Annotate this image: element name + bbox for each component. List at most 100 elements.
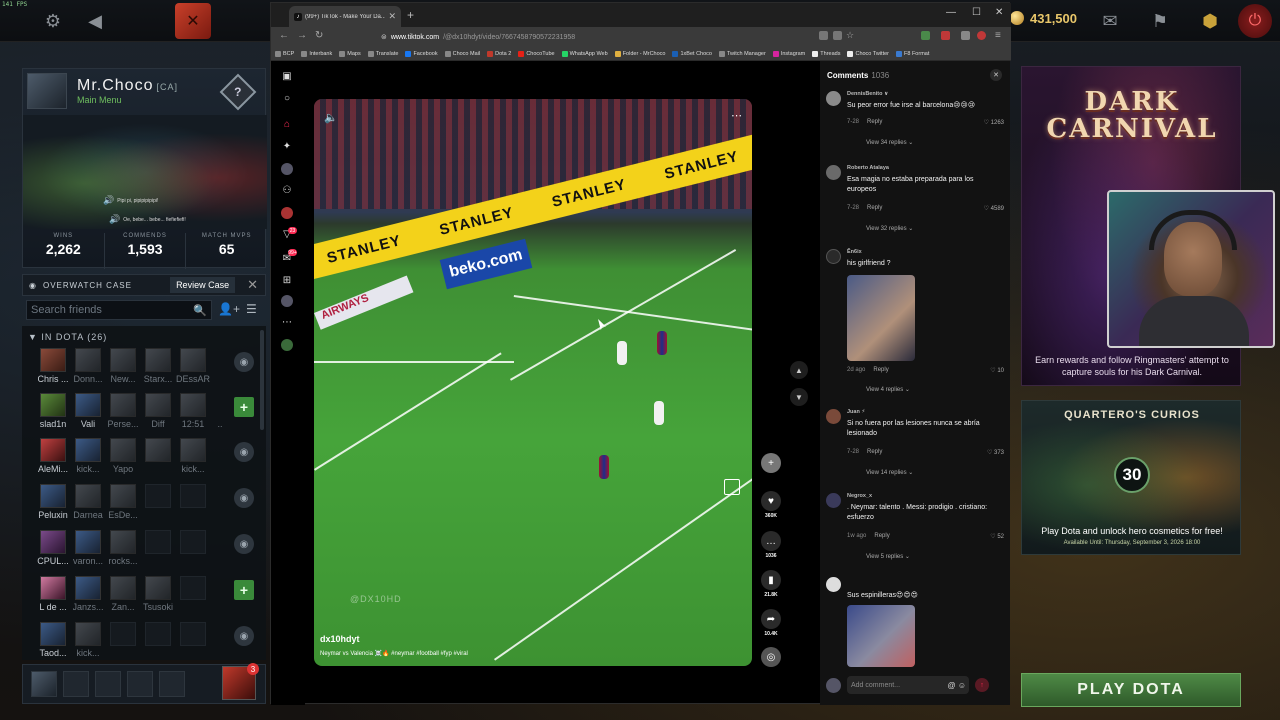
site-info-icon[interactable]: ⊜ xyxy=(381,33,387,41)
bookmark[interactable]: Twitch Manager xyxy=(718,50,766,57)
bookmark[interactable]: Threads xyxy=(812,50,840,57)
back-arrow-icon[interactable]: ◀ xyxy=(82,8,108,34)
avatar[interactable] xyxy=(826,249,841,264)
bookmark[interactable]: F8 Format xyxy=(896,50,929,57)
curios-panel[interactable]: QUARTERO'S CURIOS 30 Play Dota and unloc… xyxy=(1021,400,1241,555)
profile-card[interactable]: Mr.Choco [CA] Main Menu ? 🔊 Pipi pi, pipip… xyxy=(22,68,267,269)
party-slot[interactable] xyxy=(159,671,185,697)
share-button[interactable]: ➦ 10.4K xyxy=(759,609,783,637)
comment-like[interactable]: ♡ 10 xyxy=(990,367,1004,374)
close-icon[interactable]: ✕ xyxy=(990,69,1002,81)
home-icon[interactable]: ⌂ xyxy=(280,117,294,131)
view-replies[interactable]: View 32 replies ⌄ xyxy=(866,225,913,232)
friend[interactable]: Diff xyxy=(143,393,173,435)
friend[interactable] xyxy=(143,438,173,480)
friend[interactable]: L de ... xyxy=(38,576,68,618)
watch-eye-icon[interactable]: ◉ xyxy=(234,488,254,508)
bookmark[interactable]: 1xBet Choco xyxy=(672,50,712,57)
profile-icon[interactable] xyxy=(977,31,986,40)
sound-disc[interactable]: ◎ xyxy=(759,647,783,667)
comment-user[interactable]: Roberto Atalaya xyxy=(847,165,889,171)
party-slot[interactable] xyxy=(63,671,89,697)
invite-plus-button[interactable]: + xyxy=(234,397,254,417)
comment-like[interactable]: ♡ 4589 xyxy=(984,205,1004,212)
friend[interactable]: CPUL... xyxy=(37,530,69,572)
power-icon[interactable]: ⏻ xyxy=(1238,4,1272,38)
friend[interactable]: Yapo xyxy=(108,438,138,480)
avatar[interactable] xyxy=(826,577,841,592)
picture-in-picture-icon[interactable] xyxy=(724,479,740,495)
reply-button[interactable]: Reply xyxy=(874,533,889,539)
friend[interactable]: Chris ... xyxy=(38,348,69,390)
watch-eye-icon[interactable]: ◉ xyxy=(234,626,254,646)
search-friends-input[interactable]: Search friends 🔍 xyxy=(26,300,212,320)
more-icon[interactable]: ⋯ xyxy=(280,315,294,329)
friend[interactable]: varon... xyxy=(73,530,103,572)
bookmark[interactable]: Interbank xyxy=(301,50,332,57)
volume-icon[interactable]: 🔈 xyxy=(324,111,338,124)
like-button[interactable]: ♥ 360K xyxy=(759,491,783,519)
party-slot[interactable] xyxy=(127,671,153,697)
send-icon[interactable]: ↑ xyxy=(975,678,989,692)
view-replies[interactable]: View 34 replies ⌄ xyxy=(866,139,913,146)
bookmark[interactable]: ChocoTube xyxy=(518,50,555,57)
friends-list-icon[interactable]: ☰ xyxy=(246,302,257,316)
comment-button[interactable]: … 1036 xyxy=(759,531,783,559)
party-slot[interactable] xyxy=(95,671,121,697)
reply-button[interactable]: Reply xyxy=(873,367,888,373)
new-tab-icon[interactable]: + xyxy=(407,8,414,22)
avatar[interactable] xyxy=(826,493,841,508)
friends-icon[interactable]: ⚇ xyxy=(280,183,294,197)
video-player[interactable]: STANLEY STANLEY STANLEY STANLEY beko.com AI… xyxy=(314,99,752,666)
friend[interactable]: Darnea xyxy=(73,484,103,526)
plus-icon[interactable]: ⬢ xyxy=(1197,8,1223,34)
extension-icon[interactable] xyxy=(941,31,950,40)
friend[interactable]: 12:51 xyxy=(178,393,208,435)
star-icon[interactable]: ☆ xyxy=(846,30,854,41)
party-slot-self[interactable] xyxy=(31,671,57,697)
bookmark-button[interactable]: ▮ 21.8K xyxy=(759,570,783,598)
settings-gear-icon[interactable]: ⚙ xyxy=(40,8,66,34)
comment-like[interactable]: ♡ 373 xyxy=(987,449,1004,456)
friend[interactable]: AleMi... xyxy=(38,438,68,480)
view-replies[interactable]: View 5 replies ⌄ xyxy=(866,553,910,560)
bookmark[interactable]: WhatsApp Web xyxy=(561,50,608,57)
live-avatar-icon[interactable] xyxy=(281,207,293,219)
friend[interactable]: slad1n xyxy=(38,393,68,435)
close-icon[interactable]: ✕ xyxy=(241,277,265,293)
bookmark[interactable]: Choco Mail xyxy=(444,50,480,57)
friend[interactable]: Perse... xyxy=(108,393,139,435)
reply-button[interactable]: Reply xyxy=(867,449,882,455)
close-tab-icon[interactable]: ✕ xyxy=(388,11,396,22)
avatar[interactable] xyxy=(27,73,67,109)
friend[interactable]: EsDe... xyxy=(108,484,138,526)
menu-icon[interactable]: ≡ xyxy=(995,30,1001,41)
comment-user[interactable]: Ẽn6ix xyxy=(847,249,862,255)
friend[interactable]: kick... xyxy=(73,622,103,664)
previous-video-button[interactable]: ▲ xyxy=(790,361,808,379)
url-field[interactable]: ⊜ www.tiktok.com/@dx10hdyt/video/76674587… xyxy=(381,30,811,44)
view-replies[interactable]: View 14 replies ⌄ xyxy=(866,469,913,476)
armory-icon[interactable]: ⚑ xyxy=(1147,8,1173,34)
comment-image[interactable] xyxy=(847,605,915,667)
upload-icon[interactable]: ⊞ xyxy=(280,273,294,287)
friend[interactable]: Taod... xyxy=(38,622,68,664)
video-username[interactable]: dx10hdyt xyxy=(320,634,360,644)
search-icon[interactable]: 🔍 xyxy=(193,304,207,317)
friend[interactable]: rocks... xyxy=(108,530,138,572)
friend[interactable]: kick... xyxy=(73,438,103,480)
comment-user[interactable]: Juan ⚡ xyxy=(847,409,865,415)
coins-icon[interactable] xyxy=(281,339,293,351)
friend[interactable]: DEssAR xyxy=(176,348,210,390)
watch-eye-icon[interactable]: ◉ xyxy=(234,534,254,554)
friend[interactable]: .. xyxy=(213,393,227,435)
help-icon[interactable]: ? xyxy=(219,73,257,111)
forward-icon[interactable]: → xyxy=(297,30,307,41)
following-avatar-icon[interactable] xyxy=(281,163,293,175)
comment-user[interactable]: DennisBenito ∨ xyxy=(847,91,888,97)
bookmark[interactable]: BCP xyxy=(275,50,294,57)
friend[interactable]: Janzs... xyxy=(73,576,104,618)
friend[interactable]: Peluxin xyxy=(38,484,68,526)
dota-logo-icon[interactable]: ✕ xyxy=(175,3,211,39)
friend[interactable]: New... xyxy=(108,348,138,390)
